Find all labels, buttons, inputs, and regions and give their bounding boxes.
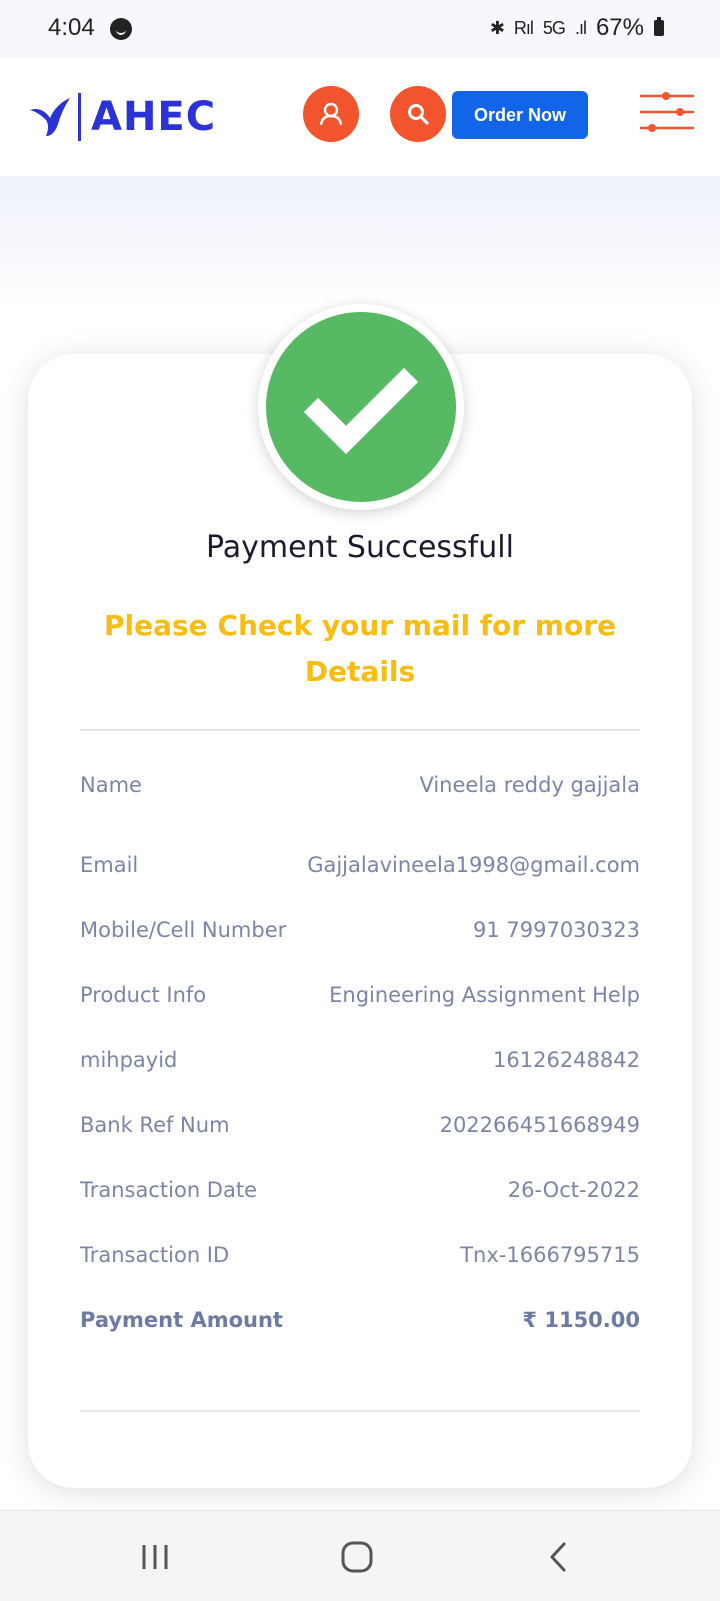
divider	[80, 729, 640, 731]
detail-value: Engineering Assignment Help	[329, 983, 640, 1007]
battery-percent: 67%	[595, 14, 644, 41]
detail-label: Email	[80, 853, 139, 877]
signal-bars-icon: .ıl	[574, 17, 587, 38]
detail-row-payment-amount: Payment Amount ₹ 1150.00	[80, 1308, 640, 1342]
checkmark-icon	[303, 367, 419, 455]
detail-row-email: Email Gajjalavineela1998@gmail.com	[80, 853, 640, 887]
divider	[80, 1410, 640, 1412]
payment-success-title: Payment Successfull	[206, 530, 514, 565]
detail-value: 91 7997030323	[472, 918, 640, 942]
success-circle	[266, 312, 456, 502]
detail-label: Payment Amount	[80, 1308, 283, 1332]
detail-label: Bank Ref Num	[80, 1113, 230, 1137]
signal-icon: Rıl	[513, 17, 534, 38]
detail-row-product: Product Info Engineering Assignment Help	[80, 983, 640, 1017]
detail-row-bank-ref: Bank Ref Num 202266451668949	[80, 1113, 640, 1147]
detail-value: 26-Oct-2022	[507, 1178, 640, 1202]
detail-row-name: Name Vineela reddy gajjala	[80, 773, 640, 807]
payment-amount-value: ₹ 1150.00	[522, 1308, 640, 1332]
detail-label: Product Info	[80, 983, 207, 1007]
detail-row-transaction-id: Transaction ID Tnx-1666795715	[80, 1243, 640, 1277]
back-icon	[550, 1542, 566, 1572]
filter-sliders-icon[interactable]	[640, 90, 694, 134]
bluetooth-icon: ✱	[489, 17, 505, 38]
success-badge	[258, 304, 464, 510]
search-icon	[408, 104, 429, 125]
user-icon	[319, 102, 343, 126]
detail-row-mobile: Mobile/Cell Number 91 7997030323	[80, 918, 640, 952]
status-bar: 4:04 ✱ Rıl 5G .ıl 67%	[0, 0, 720, 58]
header-gradient-band	[0, 176, 720, 306]
detail-row-mihpayid: mihpayid 16126248842	[80, 1048, 640, 1082]
status-time: 4:04	[48, 14, 95, 41]
back-button[interactable]	[528, 1535, 588, 1579]
detail-label: mihpayid	[80, 1048, 178, 1072]
logo-text: AHEC	[91, 94, 217, 140]
bird-logo-icon	[30, 98, 70, 136]
detail-label: Name	[80, 773, 142, 797]
system-nav-bar	[0, 1510, 720, 1601]
detail-value: Tnx-1666795715	[460, 1243, 640, 1267]
detail-label: Transaction Date	[80, 1178, 258, 1202]
home-button[interactable]	[327, 1535, 387, 1579]
battery-icon	[654, 17, 664, 36]
check-mail-note: Please Check your mail for more Details	[103, 609, 617, 688]
detail-value: Gajjalavineela1998@gmail.com	[307, 853, 640, 877]
site-header: AHEC Order Now	[0, 58, 720, 176]
user-account-button[interactable]	[303, 86, 359, 142]
recents-button[interactable]	[125, 1535, 185, 1579]
status-icons: ✱ Rıl 5G .ıl 67%	[490, 14, 664, 42]
logo-divider	[78, 93, 81, 141]
detail-value: 16126248842	[493, 1048, 640, 1072]
home-icon	[341, 1541, 373, 1573]
notification-icon	[110, 18, 132, 40]
search-button[interactable]	[390, 86, 446, 142]
detail-row-transaction-date: Transaction Date 26-Oct-2022	[80, 1178, 640, 1212]
detail-label: Transaction ID	[80, 1243, 230, 1267]
detail-label: Mobile/Cell Number	[80, 918, 287, 942]
detail-value: 202266451668949	[439, 1113, 640, 1137]
network-5g-icon: 5G	[542, 17, 566, 38]
order-now-button[interactable]: Order Now	[452, 91, 588, 139]
logo[interactable]: AHEC	[28, 92, 216, 142]
recents-icon	[142, 1545, 168, 1569]
detail-value: Vineela reddy gajjala	[419, 773, 640, 797]
